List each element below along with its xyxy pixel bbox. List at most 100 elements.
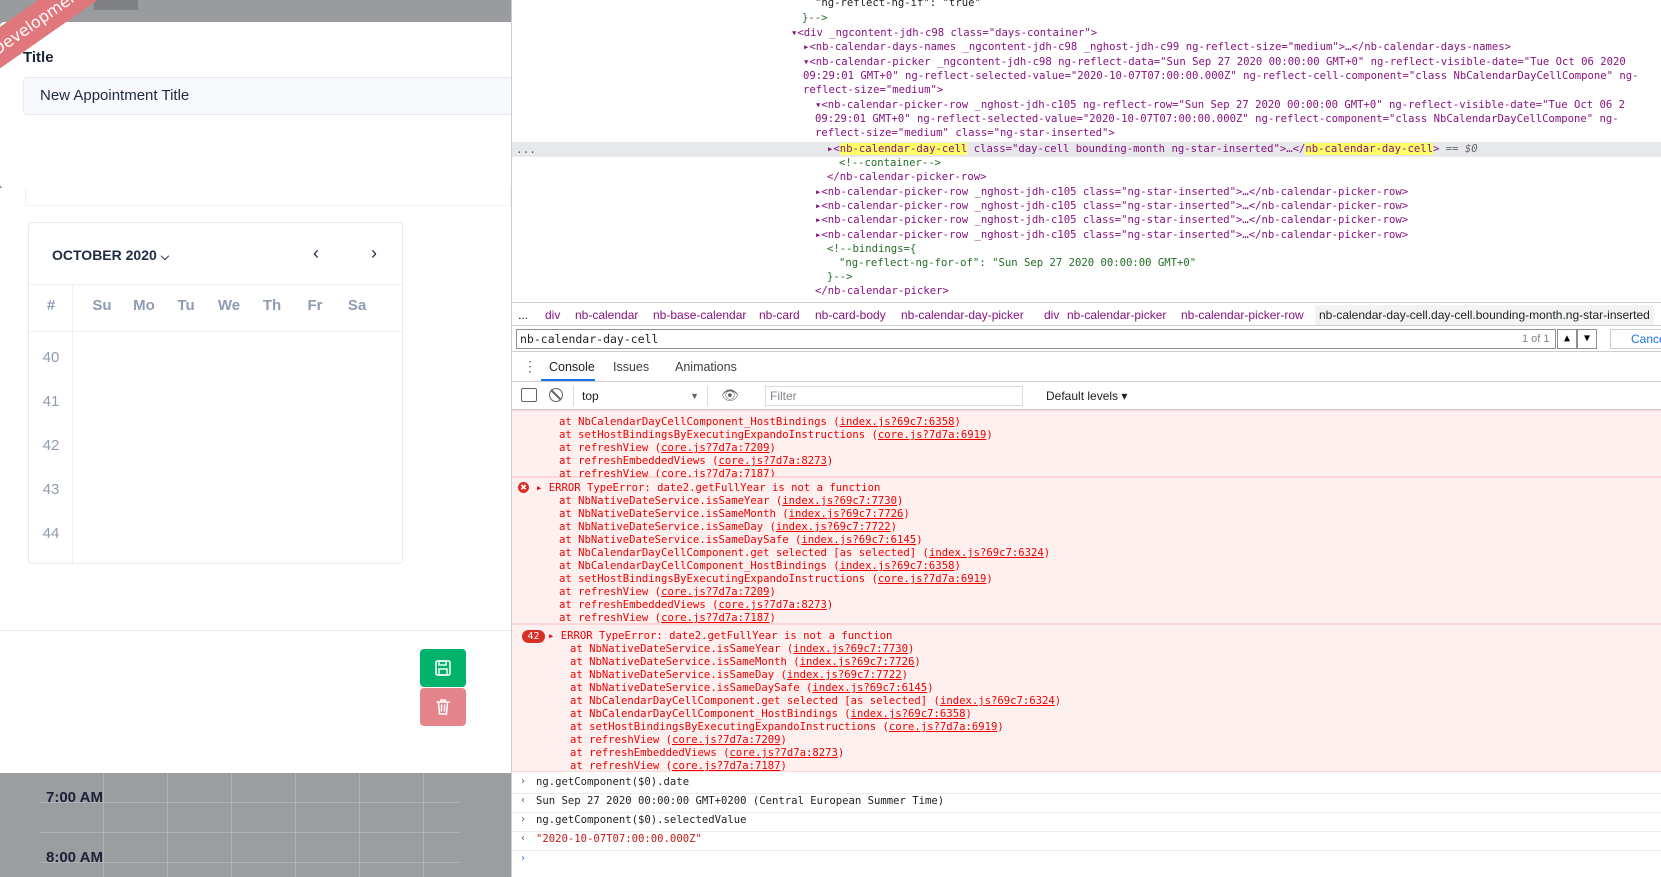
- stack-frame: at NbNativeDateService.isSameDay (index.…: [559, 521, 898, 533]
- tree-node-picker-row[interactable]: <nb-calendar-picker-row _nghost-jdh-c105…: [821, 200, 1408, 212]
- breadcrumb-item[interactable]: div: [1044, 308, 1059, 322]
- stack-frame: at NbNativeDateService.isSameDay (index.…: [570, 669, 909, 681]
- stack-frame: at NbCalendarDayCellComponent_HostBindin…: [570, 708, 972, 720]
- source-link[interactable]: index.js?69c7:7722: [776, 521, 891, 533]
- tree-comment: }-->: [827, 271, 853, 283]
- breadcrumb-current[interactable]: nb-calendar-day-cell.day-cell.bounding-m…: [1315, 305, 1654, 325]
- source-link[interactable]: index.js?69c7:7726: [789, 508, 904, 520]
- week-number-column: [29, 285, 73, 565]
- breadcrumb-item[interactable]: nb-calendar-picker: [1067, 308, 1166, 322]
- prompt-chevron-icon: ‹: [520, 833, 527, 844]
- tab-issues[interactable]: Issues: [613, 360, 649, 374]
- day-names-divider: [29, 331, 402, 332]
- source-link[interactable]: core.js?7d7a:8273: [729, 747, 837, 759]
- log-levels-dropdown[interactable]: Default levels ▾: [1046, 389, 1127, 403]
- tree-node-days-container[interactable]: <div _ngcontent-jdh-c98 class="days-cont…: [797, 27, 1097, 39]
- source-link[interactable]: index.js?69c7:6145: [801, 534, 916, 546]
- breadcrumb-item[interactable]: nb-card: [759, 308, 800, 322]
- console-filter-input[interactable]: Filter: [765, 386, 1023, 406]
- dom-breadcrumb: ... div nb-calendar nb-base-calendar nb-…: [512, 302, 1661, 326]
- source-link[interactable]: index.js?69c7:6358: [840, 416, 955, 428]
- source-link[interactable]: index.js?69c7:6358: [851, 708, 966, 720]
- clear-console-icon[interactable]: [549, 388, 563, 402]
- breadcrumb-item[interactable]: nb-calendar-day-picker: [901, 308, 1024, 322]
- node-actions-dots[interactable]: ...: [516, 143, 536, 156]
- title-input[interactable]: New Appointment Title: [23, 77, 511, 115]
- console-result: "2020-10-07T07:00:00.000Z": [536, 833, 702, 845]
- source-link[interactable]: core.js?7d7a:8273: [718, 599, 826, 611]
- source-link[interactable]: core.js?7d7a:7209: [661, 586, 769, 598]
- find-cancel-button[interactable]: Cancel: [1610, 329, 1661, 349]
- tree-line: reflect-size="medium">: [803, 84, 944, 96]
- source-link[interactable]: index.js?69c7:6324: [929, 547, 1044, 559]
- stack-frame: at NbCalendarDayCellComponent_HostBindin…: [559, 560, 961, 572]
- next-month-button[interactable]: ›: [362, 241, 386, 265]
- week-number-header: #: [46, 297, 56, 314]
- source-link[interactable]: core.js?7d7a:7187: [672, 760, 780, 772]
- breadcrumb-overflow[interactable]: ...: [518, 308, 528, 322]
- breadcrumb-item[interactable]: nb-calendar: [575, 308, 638, 322]
- context-selector[interactable]: top ▼: [573, 386, 708, 406]
- error-title[interactable]: ▸ ERROR TypeError: date2.getFullYear is …: [536, 482, 880, 495]
- tab-animations[interactable]: Animations: [675, 360, 737, 374]
- elements-tree[interactable]: ... "ng-reflect-ng-if": "true" }--> ▾<di…: [512, 0, 1661, 302]
- find-input[interactable]: nb-calendar-day-cell: [516, 329, 1556, 349]
- source-link[interactable]: core.js?7d7a:8273: [718, 455, 826, 467]
- log-levels-label: Default levels: [1046, 389, 1119, 403]
- row-divider: [512, 850, 1661, 851]
- sidebar-toggle-icon[interactable]: [521, 388, 537, 402]
- tree-node-calendar-picker[interactable]: <nb-calendar-picker _ngcontent-jdh-c98 n…: [809, 56, 1625, 68]
- source-link[interactable]: index.js?69c7:6145: [812, 682, 927, 694]
- source-link[interactable]: core.js?7d7a:6919: [878, 573, 986, 585]
- breadcrumb-item[interactable]: nb-calendar-picker-row: [1181, 308, 1304, 322]
- find-prev-button[interactable]: ▲: [1557, 329, 1577, 349]
- find-next-button[interactable]: ▼: [1577, 329, 1597, 349]
- prev-month-button[interactable]: ‹: [304, 241, 328, 265]
- source-link[interactable]: core.js?7d7a:7209: [672, 734, 780, 746]
- stack-frame: at setHostBindingsByExecutingExpandoInst…: [559, 573, 993, 585]
- schedule-cells[interactable]: [40, 773, 460, 877]
- floppy-disk-icon: [435, 660, 451, 676]
- week-number: 42: [42, 437, 60, 454]
- day-name: Th: [262, 297, 282, 314]
- stack-frame: at refreshEmbeddedViews (core.js?7d7a:82…: [559, 599, 834, 611]
- source-link[interactable]: index.js?69c7:6324: [940, 695, 1055, 707]
- error-title[interactable]: ▸ ERROR TypeError: date2.getFullYear is …: [548, 630, 892, 643]
- breadcrumb-item[interactable]: div: [545, 308, 560, 322]
- stack-frame: at refreshView (core.js?7d7a:7209): [570, 734, 787, 746]
- source-link[interactable]: index.js?69c7:7726: [800, 656, 915, 668]
- console-prompt[interactable]: ›: [520, 853, 526, 864]
- console-result: Sun Sep 27 2020 00:00:00 GMT+0200 (Centr…: [536, 795, 945, 807]
- source-link[interactable]: index.js?69c7:6358: [840, 560, 955, 572]
- calendar-header: OCTOBER 2020 ⌵ ‹ ›: [29, 223, 402, 285]
- breadcrumb-item[interactable]: nb-base-calendar: [653, 308, 746, 322]
- save-button[interactable]: [420, 649, 466, 687]
- week-number: 41: [42, 393, 60, 410]
- source-link[interactable]: index.js?69c7:7730: [782, 495, 897, 507]
- title-label: Title: [23, 49, 54, 66]
- source-link[interactable]: core.js?7d7a:7187: [661, 612, 769, 624]
- source-link[interactable]: index.js?69c7:7730: [793, 643, 908, 655]
- calendar-picker: OCTOBER 2020 ⌵ ‹ › # Su Mo Tu We Th Fr Sa…: [28, 222, 403, 565]
- more-tabs-icon[interactable]: ⋮: [523, 358, 537, 375]
- tree-node-picker-row[interactable]: <nb-calendar-picker-row _nghost-jdh-c105…: [821, 99, 1625, 111]
- tree-node-day-cell[interactable]: class="day-cell bounding-month ng-star-i…: [967, 143, 1306, 155]
- live-expression-eye-icon[interactable]: 👁: [721, 387, 739, 404]
- source-link[interactable]: core.js?7d7a:6919: [878, 429, 986, 441]
- source-link[interactable]: core.js?7d7a:6919: [889, 721, 997, 733]
- week-number: 40: [42, 349, 60, 366]
- delete-button[interactable]: [420, 688, 466, 726]
- collapse-triangle-icon[interactable]: ▸: [827, 143, 833, 155]
- tree-node-picker-row[interactable]: <nb-calendar-picker-row _nghost-jdh-c105…: [821, 229, 1408, 241]
- source-link[interactable]: index.js?69c7:7722: [787, 669, 902, 681]
- breadcrumb-item[interactable]: nb-card-body: [815, 308, 886, 322]
- tree-node-picker-row[interactable]: <nb-calendar-picker-row _nghost-jdh-c105…: [821, 186, 1408, 198]
- day-name: Tu: [177, 297, 195, 314]
- month-year-selector[interactable]: OCTOBER 2020 ⌵: [52, 247, 169, 264]
- tab-console[interactable]: Console: [549, 360, 595, 374]
- trash-icon: [436, 699, 450, 715]
- time-label: 7:00 AM: [46, 789, 103, 806]
- source-link[interactable]: core.js?7d7a:7209: [661, 442, 769, 454]
- tree-node-picker-row[interactable]: <nb-calendar-picker-row _nghost-jdh-c105…: [821, 214, 1408, 226]
- tree-node-days-names[interactable]: <nb-calendar-days-names _ngcontent-jdh-c…: [809, 41, 1511, 53]
